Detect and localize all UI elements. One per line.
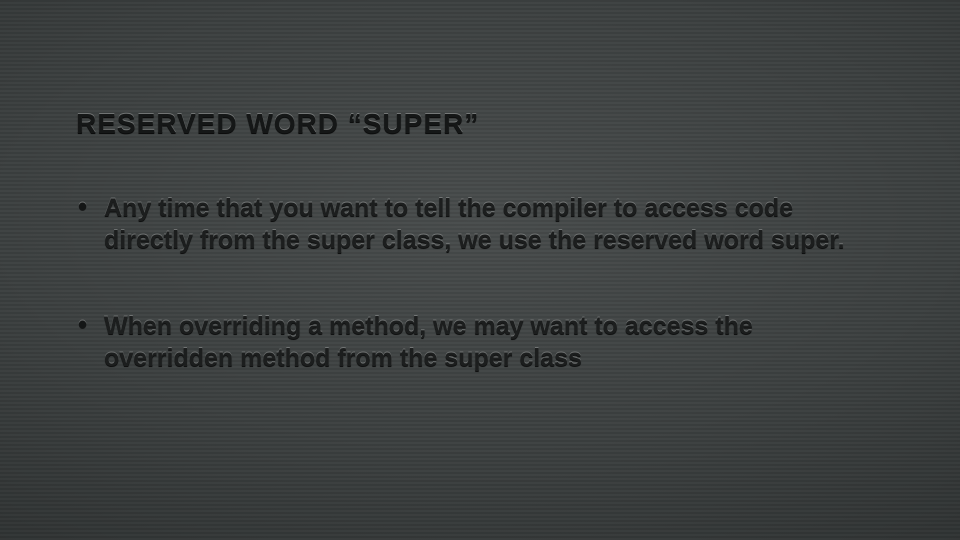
bullet-item: When overriding a method, we may want to… xyxy=(76,310,874,374)
bullet-item: Any time that you want to tell the compi… xyxy=(76,192,874,256)
bullet-list: Any time that you want to tell the compi… xyxy=(76,192,890,374)
slide: RESERVED WORD “SUPER” Any time that you … xyxy=(0,0,960,540)
slide-title: RESERVED WORD “SUPER” xyxy=(76,108,890,140)
